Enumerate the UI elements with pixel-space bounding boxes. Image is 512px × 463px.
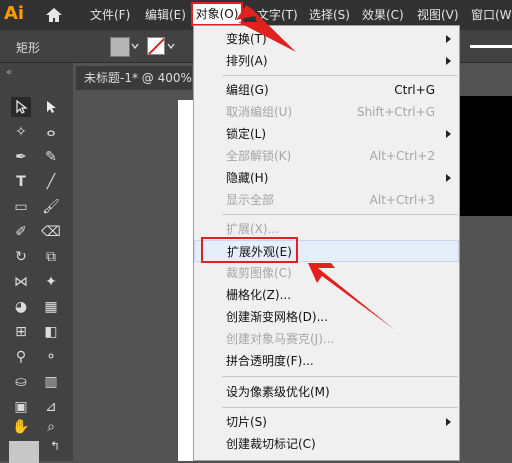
artwork-object[interactable] [460,96,512,216]
menu-item-transform[interactable]: 变换(T) [194,28,459,50]
submenu-arrow-icon [446,57,451,65]
puppet-warp-tool-icon[interactable]: ✦ [41,272,61,292]
selection-tool-icon[interactable] [11,97,31,117]
menu-item-label: 变换(T) [226,32,267,46]
menu-item-unlock-all[interactable]: 全部解锁(K) Alt+Ctrl+2 [194,145,459,167]
menu-divider [222,376,458,377]
menu-item-ungroup[interactable]: 取消编组(U) Shift+Ctrl+G [194,101,459,123]
chevron-down-icon[interactable] [131,42,139,50]
artboard-tool-icon[interactable]: ▣ [11,397,31,417]
menu-item-label: 创建渐变网格(D)... [226,310,329,324]
menu-item-slice[interactable]: 切片(S) [194,411,459,433]
menu-divider [222,75,458,76]
menu-item-label: 创建对象马赛克(J)... [226,332,335,346]
menu-item-label: 取消编组(U) [226,105,293,119]
menu-item-label: 设为像素级优化(M) [226,385,330,399]
symbol-sprayer-tool-icon[interactable]: ⛀ [11,372,31,392]
menu-divider [222,407,458,408]
menu-type[interactable]: 文字(T) [257,6,298,23]
scale-tool-icon[interactable]: ⧉ [41,247,61,267]
menu-item-label: 排列(A) [226,54,268,68]
slice-tool-icon[interactable]: ⊿ [41,397,61,417]
menu-item-hide[interactable]: 隐藏(H) [194,167,459,189]
menu-item-label: 拼合透明度(F)... [226,354,314,368]
menu-item-label: 全部解锁(K) [226,149,292,163]
blend-tool-icon[interactable]: ⚬ [41,347,61,367]
tools-panel: « ✧ ⴰ ✒ ✎ T ╱ ▭ 🖌 ✐ ⌫ ↻ ⧉ ⋈ ✦ ◕ ▦ ⊞ ◧ ⚲ … [0,63,73,463]
stroke-color-swatch[interactable] [147,37,165,55]
app-logo: Ai [4,3,25,24]
menu-item-label: 隐藏(H) [226,171,269,185]
shaper-tool-icon[interactable]: ✐ [11,222,31,242]
pen-tool-icon[interactable]: ✒ [11,147,31,167]
menu-item-create-object-mosaic[interactable]: 创建对象马赛克(J)... [194,328,459,350]
submenu-arrow-icon [446,130,451,138]
perspective-grid-tool-icon[interactable]: ▦ [41,297,61,317]
shape-builder-tool-icon[interactable]: ◕ [11,297,31,317]
mesh-tool-icon[interactable]: ⊞ [11,322,31,342]
menu-item-rasterize[interactable]: 栅格化(Z)... [194,284,459,306]
document-tab[interactable]: 未标题-1* @ 400% [76,66,192,90]
menu-item-label: 锁定(L) [226,127,267,141]
menu-item-label: 裁剪图像(C) [226,266,292,280]
menu-divider [222,214,458,215]
highlight-box [201,237,298,263]
menu-item-shortcut: Alt+Ctrl+2 [369,149,435,163]
eraser-tool-icon[interactable]: ⌫ [41,222,61,242]
fill-color-swatch[interactable] [110,37,130,57]
submenu-arrow-icon [446,418,451,426]
paintbrush-tool-icon[interactable]: 🖌 [41,197,61,217]
rotate-tool-icon[interactable]: ↻ [11,247,31,267]
direct-selection-tool-icon[interactable] [41,97,61,117]
lasso-tool-icon[interactable]: ⴰ [41,122,61,142]
magic-wand-tool-icon[interactable]: ✧ [11,122,31,142]
menu-effect[interactable]: 效果(C) [362,6,404,23]
object-menu-dropdown: 变换(T) 排列(A) 编组(G) Ctrl+G 取消编组(U) Shift+C… [193,25,460,461]
menu-window[interactable]: 窗口(W [471,6,512,23]
menu-item-create-trim-marks[interactable]: 创建裁切标记(C) [194,433,459,455]
menu-item-label: 栅格化(Z)... [226,288,292,302]
line-tool-icon[interactable]: ╱ [41,172,61,192]
menu-item-create-gradient-mesh[interactable]: 创建渐变网格(D)... [194,306,459,328]
width-tool-icon[interactable]: ⋈ [11,272,31,292]
menu-item-make-pixel-perfect[interactable]: 设为像素级优化(M) [194,381,459,403]
menu-object[interactable]: 对象(O) [191,2,243,26]
menu-item-shortcut: Shift+Ctrl+G [356,105,435,119]
menu-item-label: 显示全部 [226,193,275,207]
home-icon[interactable] [45,7,63,23]
hand-tool-icon[interactable]: ✋ [11,417,31,437]
column-graph-tool-icon[interactable]: ▥ [41,372,61,392]
submenu-arrow-icon [446,35,451,43]
stroke-weight-preview[interactable] [470,45,512,48]
curvature-tool-icon[interactable]: ✎ [41,147,61,167]
submenu-arrow-icon [446,174,451,182]
menu-item-show-all[interactable]: 显示全部 Alt+Ctrl+3 [194,189,459,211]
menu-item-crop-image[interactable]: 裁剪图像(C) [194,262,459,284]
selection-type-label: 矩形 [16,41,41,55]
zoom-tool-icon[interactable]: ⌕ [41,417,61,437]
gradient-tool-icon[interactable]: ◧ [41,322,61,342]
menu-item-shortcut: Alt+Ctrl+3 [369,193,435,207]
eyedropper-tool-icon[interactable]: ⚲ [11,347,31,367]
fill-color-box[interactable] [9,441,39,463]
menu-select[interactable]: 选择(S) [309,6,350,23]
type-tool-icon[interactable]: T [11,172,31,192]
menu-item-label: 编组(G) [226,83,269,97]
menu-item-label: 创建裁切标记(C) [226,437,316,451]
menu-item-flatten-transparency[interactable]: 拼合透明度(F)... [194,350,459,372]
chevron-down-icon[interactable] [167,42,175,50]
swap-colors-icon[interactable]: ↰ [50,439,60,453]
menu-item-shortcut: Ctrl+G [394,83,435,97]
menu-file[interactable]: 文件(F) [90,6,130,23]
menu-view[interactable]: 视图(V) [417,6,459,23]
menu-item-label: 切片(S) [226,415,267,429]
menu-item-group[interactable]: 编组(G) Ctrl+G [194,79,459,101]
collapse-icon[interactable]: « [6,67,12,78]
rectangle-tool-icon[interactable]: ▭ [11,197,31,217]
menu-edit[interactable]: 编辑(E) [145,6,186,23]
menu-item-arrange[interactable]: 排列(A) [194,50,459,72]
menu-item-lock[interactable]: 锁定(L) [194,123,459,145]
